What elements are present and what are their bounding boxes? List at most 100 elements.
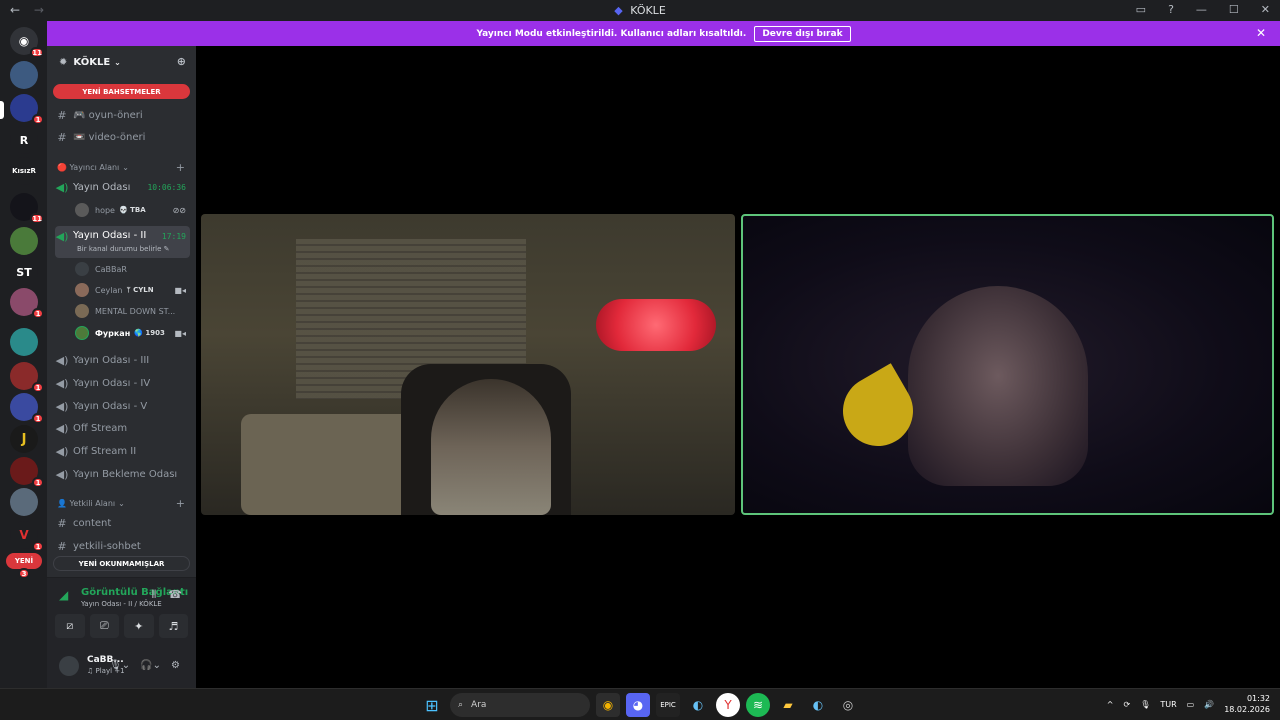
steam-icon[interactable]: ◐ <box>686 693 710 717</box>
clock-date: 18.02.2026 <box>1224 705 1270 714</box>
server-icon[interactable]: V 1 <box>10 521 44 552</box>
help-icon[interactable]: ? <box>1168 3 1174 16</box>
voice-channel[interactable]: ◀) Yayın Bekleme Odası <box>55 464 190 484</box>
disable-streamer-mode-button[interactable]: Devre dışı bırak <box>754 25 851 42</box>
server-header[interactable]: ✹ KÖKLE ⌄ ⊕ <box>47 46 196 78</box>
server-icon[interactable]: KısızR <box>10 157 38 185</box>
inbox-icon[interactable]: ▭ <box>1136 3 1146 16</box>
clock[interactable]: 01:32 18.02.2026 <box>1224 693 1270 715</box>
steam-icon[interactable]: ◐ <box>806 693 830 717</box>
category-label: 🔴 Yayıncı Alanı <box>57 163 120 172</box>
voice-user[interactable]: CaBBaR <box>75 260 188 278</box>
channel-content[interactable]: # content <box>55 513 190 533</box>
server-icon[interactable]: 11 <box>10 193 44 224</box>
speaker-icon: ◀) <box>55 180 69 194</box>
minimize-icon[interactable]: — <box>1196 3 1207 16</box>
soundboard-button[interactable]: ♬ <box>158 614 188 638</box>
voice-channel[interactable]: ◀) Off Stream <box>55 418 190 438</box>
microphone-icon[interactable]: 🎙⌄ <box>109 660 130 671</box>
banner-close-icon[interactable]: ✕ <box>1256 26 1266 40</box>
voice-channel[interactable]: ◀) Yayın Odası - III <box>55 350 190 370</box>
invite-people-icon[interactable]: ⊕ <box>177 55 186 68</box>
window-title-text: KÖKLE <box>630 4 666 17</box>
avatar <box>75 326 89 340</box>
channel-video-oneri[interactable]: # 📼 video-öneri <box>55 127 190 147</box>
server-icon[interactable]: 1 <box>10 94 44 125</box>
language-indicator[interactable]: TUR <box>1160 700 1176 709</box>
window-controls: ▭ ? — ☐ ✕ <box>1136 3 1270 16</box>
display-icon[interactable]: ▭ <box>1187 700 1195 709</box>
avatar[interactable] <box>59 656 79 676</box>
search-placeholder: Ara <box>471 700 487 710</box>
signal-icon[interactable]: ◢ <box>59 588 68 602</box>
voice-channel[interactable]: ◀) Off Stream II <box>55 441 190 461</box>
spotify-icon[interactable]: ≋ <box>746 693 770 717</box>
voice-user[interactable]: MENTAL DOWN ST... <box>75 302 188 320</box>
discord-icon[interactable]: ◕ <box>626 693 650 717</box>
hashtag-icon: # <box>57 516 67 530</box>
server-icon[interactable]: 1 <box>10 393 44 424</box>
category-staff[interactable]: 👤 Yetkili Alanı ⌄ + <box>57 497 187 510</box>
gear-icon[interactable]: ⚙ <box>171 660 180 671</box>
taskbar-apps: ⊞ ⌕ Ara ◉ ◕ EPIC ◐ Y ≋ ▰ ◐ ◎ <box>420 693 860 717</box>
chrome-icon[interactable]: ◉ <box>596 693 620 717</box>
channel-status[interactable]: Bir kanal durumu belirle ✎ <box>77 245 170 253</box>
screen-share-button[interactable]: ⎚ <box>89 614 119 638</box>
sync-icon[interactable]: ⟳ <box>1123 700 1130 709</box>
close-window-icon[interactable]: ✕ <box>1261 3 1270 16</box>
app-icon[interactable]: ◎ <box>836 693 860 717</box>
volume-icon[interactable]: 🔊 <box>1204 700 1214 709</box>
voice-channel[interactable]: ◀) Yayın Odası - IV <box>55 373 190 393</box>
channel-label: Yayın Odası - IV <box>73 377 151 389</box>
voice-status-channel[interactable]: Yayın Odası - II / KÖKLE <box>81 600 162 608</box>
windows-start-icon[interactable]: ⊞ <box>420 693 444 717</box>
voice-user[interactable]: hope 💀 TBA ⊘⊘ <box>75 201 188 219</box>
video-tile[interactable] <box>201 214 735 515</box>
microphone-icon[interactable]: 🎙 <box>1140 700 1150 709</box>
streamer-mode-banner: Yayıncı Modu etkinleştirildi. Kullanıcı … <box>47 21 1280 46</box>
server-icon[interactable]: R <box>10 126 38 154</box>
chevron-up-icon[interactable]: ^ <box>1107 700 1114 709</box>
channel-label: Yayın Odası <box>73 181 131 193</box>
create-channel-icon[interactable]: + <box>176 161 185 174</box>
voice-channel-yayin-odasi-ii[interactable]: ◀) Yayın Odası - II 17:19 Bir kanal duru… <box>55 226 190 258</box>
channel-sidebar: ✹ KÖKLE ⌄ ⊕ YENİ BAHSETMELER # 🎮 oyun-ön… <box>47 46 196 689</box>
voice-channel-yayin-odasi[interactable]: ◀) Yayın Odası 10:06:36 <box>55 177 190 197</box>
server-icon[interactable]: 1 <box>10 457 44 488</box>
voice-user[interactable]: Фуркан 🌎 1903 ■◂ <box>75 324 188 342</box>
server-icon[interactable] <box>10 328 38 356</box>
channel-oyun-oneri[interactable]: # 🎮 oyun-öneri <box>55 105 190 125</box>
epic-games-icon[interactable]: EPIC <box>656 693 680 717</box>
server-icon[interactable] <box>10 227 38 255</box>
channel-yetkili-sohbet[interactable]: # yetkili-sohbet <box>55 536 190 556</box>
camera-off-icon: ⧄ <box>66 619 74 632</box>
user-name: Фуркан <box>95 328 131 338</box>
new-servers-pill[interactable]: YENİ 3 <box>6 553 42 579</box>
server-icon[interactable]: ST <box>10 258 38 286</box>
voice-connection-panel: ◢ Görüntülü Bağlantı Yayın Odası - II / … <box>47 577 196 689</box>
new-unreads-pill[interactable]: YENİ OKUNMAMIŞLAR <box>53 556 190 571</box>
voice-user[interactable]: Ceylan ᛘ CYLN ■◂ <box>75 281 188 299</box>
activities-button[interactable]: ✦ <box>124 614 154 638</box>
taskbar-search[interactable]: ⌕ Ara <box>450 693 590 717</box>
category-streamer[interactable]: 🔴 Yayıncı Alanı ⌄ + <box>57 161 187 174</box>
speaker-icon: ◀) <box>55 230 69 243</box>
disconnect-icon[interactable]: ☎ <box>168 588 182 602</box>
maximize-icon[interactable]: ☐ <box>1229 3 1239 16</box>
file-explorer-icon[interactable]: ▰ <box>776 693 800 717</box>
server-icon[interactable] <box>10 61 38 89</box>
server-icon[interactable]: 1 <box>10 362 44 393</box>
camera-off-button[interactable]: ⧄ <box>55 614 85 638</box>
server-icon[interactable]: 1 <box>10 288 44 319</box>
server-icon[interactable] <box>10 488 38 516</box>
chevron-down-icon: ⌄ <box>114 57 121 67</box>
yandex-icon[interactable]: Y <box>716 693 740 717</box>
new-mentions-pill[interactable]: YENİ BAHSETMELER <box>53 84 190 99</box>
video-tile-speaking[interactable] <box>741 214 1274 515</box>
voice-channel[interactable]: ◀) Yayın Odası - V <box>55 396 190 416</box>
server-icon[interactable]: J <box>10 425 38 453</box>
headphones-icon[interactable]: 🎧⌄ <box>140 660 161 671</box>
create-channel-icon[interactable]: + <box>176 497 185 510</box>
discord-home-icon[interactable]: ◉ 11 <box>10 27 44 58</box>
noise-suppression-icon[interactable]: ⦀ <box>151 588 156 602</box>
